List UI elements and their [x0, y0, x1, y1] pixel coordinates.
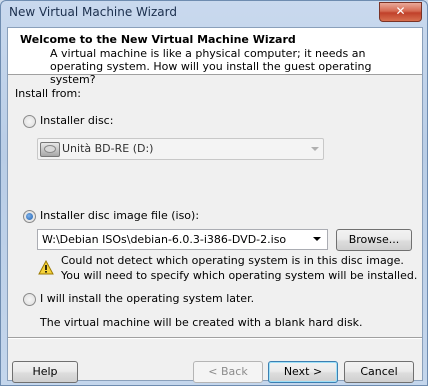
installer-disc-dropdown: Unità BD-RE (D:) — [37, 138, 324, 160]
installer-disc-value: Unità BD-RE (D:) — [62, 142, 154, 155]
chevron-down-icon — [311, 147, 319, 151]
install-later-label[interactable]: I will install the operating system late… — [40, 292, 254, 305]
iso-path-combobox[interactable]: W:\Debian ISOs\debian-6.0.3-i386-DVD-2.i… — [37, 229, 328, 250]
title-bar[interactable]: New Virtual Machine Wizard ✕ — [1, 1, 427, 27]
next-button[interactable]: Next > — [268, 361, 338, 383]
install-later-note: The virtual machine will be created with… — [40, 316, 363, 329]
wizard-header: Welcome to the New Virtual Machine Wizar… — [8, 28, 422, 86]
warning-line-2: You will need to specify which operating… — [61, 269, 418, 282]
browse-button[interactable]: Browse... — [336, 229, 412, 251]
warning-line-1: Could not detect which operating system … — [61, 254, 404, 267]
iso-path-value: W:\Debian ISOs\debian-6.0.3-i386-DVD-2.i… — [42, 233, 287, 246]
installer-iso-radio[interactable] — [23, 210, 36, 223]
header-title: Welcome to the New Virtual Machine Wizar… — [20, 33, 296, 46]
optical-drive-icon — [40, 142, 60, 157]
help-button[interactable]: Help — [12, 361, 78, 383]
warning-icon — [38, 260, 54, 275]
wizard-client-area: Welcome to the New Virtual Machine Wizar… — [7, 27, 423, 383]
close-button[interactable]: ✕ — [379, 2, 422, 22]
installer-disc-radio[interactable] — [23, 115, 36, 128]
window-title: New Virtual Machine Wizard — [9, 5, 177, 19]
wizard-window: New Virtual Machine Wizard ✕ Welcome to … — [0, 0, 428, 386]
install-from-label: Install from: — [15, 87, 81, 100]
cancel-button[interactable]: Cancel — [344, 361, 414, 383]
installer-iso-label[interactable]: Installer disc image file (iso): — [40, 209, 199, 222]
back-button[interactable]: < Back — [193, 361, 263, 383]
chevron-down-icon[interactable] — [313, 237, 321, 241]
footer-divider — [8, 337, 422, 339]
installer-disc-label[interactable]: Installer disc: — [40, 114, 113, 127]
install-later-radio[interactable] — [23, 293, 36, 306]
header-description: A virtual machine is like a physical com… — [50, 47, 372, 86]
